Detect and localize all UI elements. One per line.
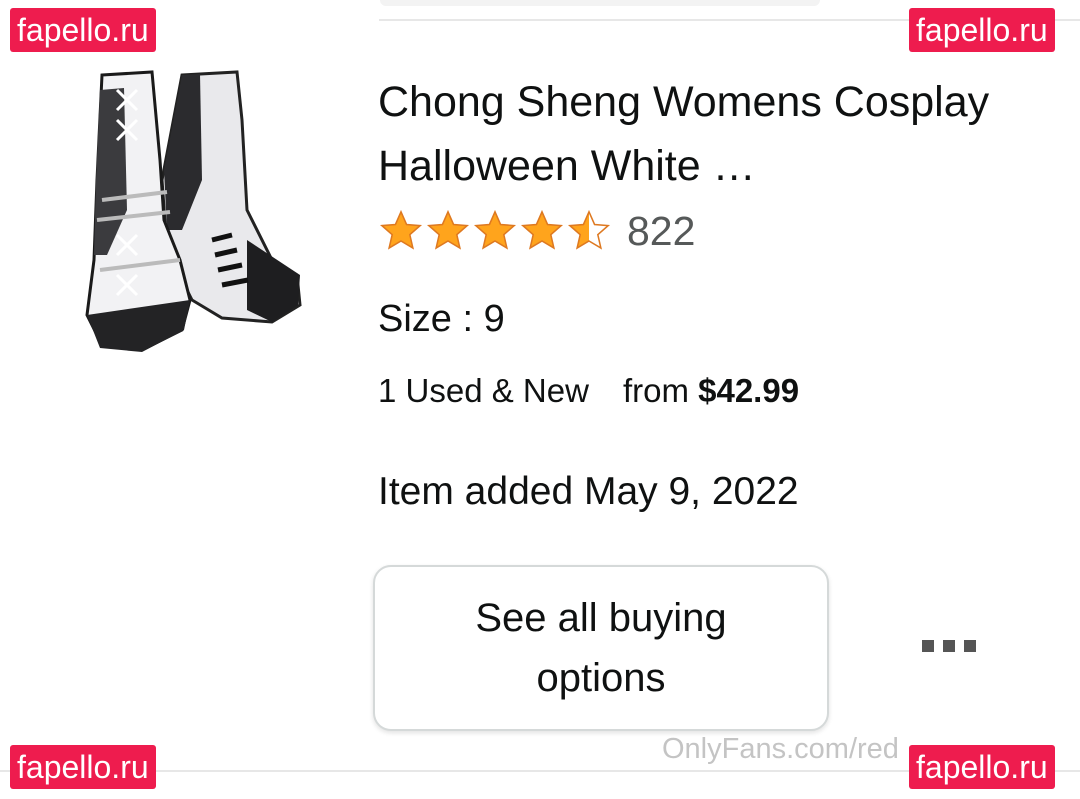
product-title[interactable]: Chong Sheng Womens Cosplay Halloween Whi…	[378, 70, 1038, 198]
price-prefix: from	[622, 372, 689, 409]
more-options-icon[interactable]	[922, 640, 976, 652]
more-dot	[922, 640, 934, 652]
star-full-icon	[379, 209, 423, 250]
item-added-date: Item added May 9, 2022	[378, 470, 799, 513]
star-full-icon	[520, 209, 564, 250]
used-new-offers[interactable]: 1 Used & New	[378, 372, 589, 410]
previous-card-edge	[380, 0, 820, 6]
star-half-icon	[567, 209, 611, 250]
watermark-badge: fapello.ru	[10, 745, 156, 789]
product-rating[interactable]: 822	[378, 203, 695, 259]
see-all-buying-options-button[interactable]: See all buying options	[373, 565, 829, 731]
price: $42.99	[698, 372, 800, 409]
watermark-badge: fapello.ru	[909, 745, 1055, 789]
buy-button-label: See all buying options	[475, 596, 727, 700]
watermark-badge: fapello.ru	[10, 8, 156, 52]
more-dot	[943, 640, 955, 652]
offer-summary[interactable]: 1 Used & New from $42.99	[378, 372, 799, 410]
star-rating-icon	[378, 208, 613, 254]
more-dot	[964, 640, 976, 652]
star-full-icon	[473, 209, 517, 250]
star-full-icon	[426, 209, 470, 250]
boot-product-image[interactable]	[72, 60, 312, 365]
rating-count[interactable]: 822	[627, 208, 695, 255]
size-label: Size : 9	[378, 298, 505, 340]
watermark-badge: fapello.ru	[909, 8, 1055, 52]
